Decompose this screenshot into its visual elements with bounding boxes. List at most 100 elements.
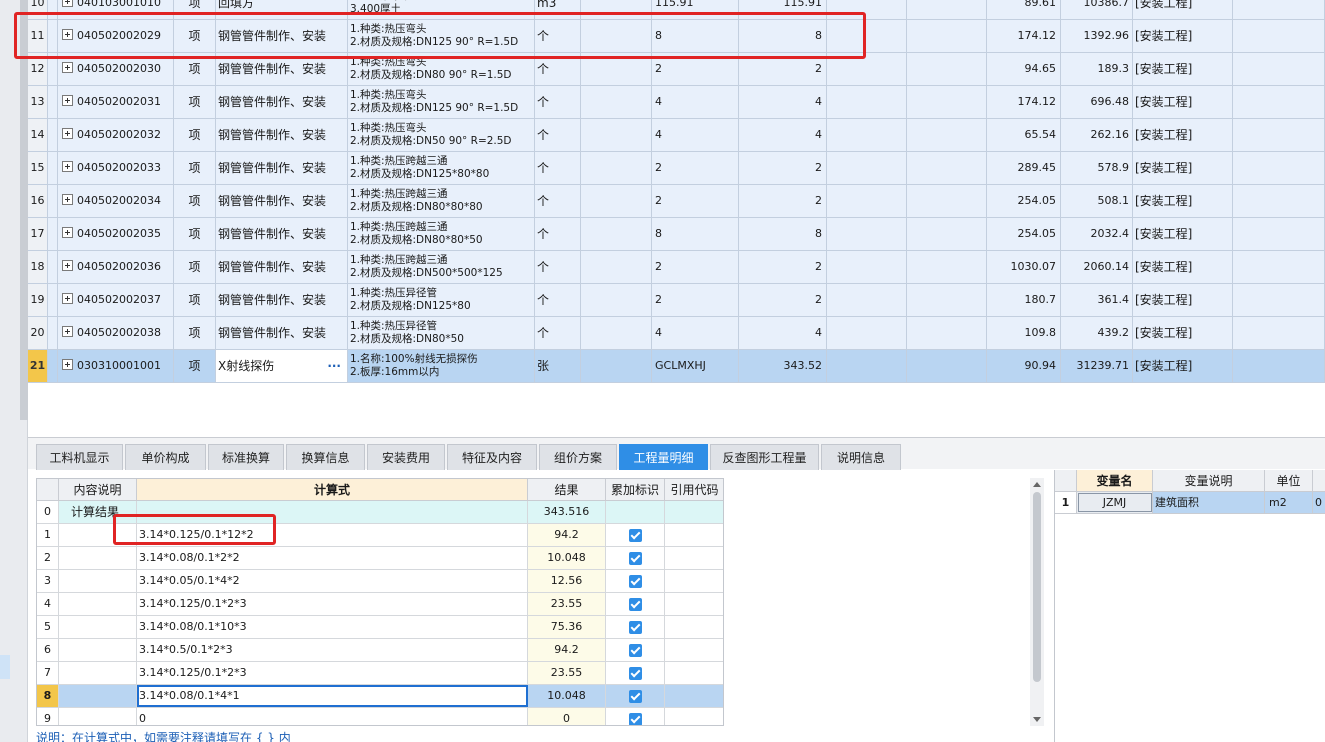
content-desc-cell[interactable] — [59, 685, 137, 707]
row-number[interactable]: 14 — [28, 119, 48, 151]
expand-plus-icon[interactable] — [62, 194, 73, 205]
item-name-cell[interactable]: 钢管管件制作、安装 — [216, 218, 348, 250]
expand-plus-icon[interactable] — [62, 0, 73, 7]
ref-code-cell[interactable] — [665, 685, 723, 707]
total-price[interactable]: 262.16 — [1061, 119, 1133, 151]
item-quantity[interactable]: 4 — [739, 86, 827, 118]
unit-price[interactable]: 174.12 — [987, 20, 1061, 52]
tab-9[interactable]: 反查图形工程量 — [710, 444, 819, 470]
expand-plus-icon[interactable] — [62, 260, 73, 271]
empty-cell[interactable] — [907, 251, 987, 283]
work-category[interactable]: [安装工程] — [1133, 218, 1233, 250]
empty-cell[interactable] — [907, 20, 987, 52]
tab-10[interactable]: 说明信息 — [821, 444, 901, 470]
empty-cell[interactable] — [827, 317, 907, 349]
unit-price[interactable]: 94.65 — [987, 53, 1061, 85]
table-row[interactable]: 6 3.14*0.5/0.1*2*3 94.2 — [37, 639, 723, 662]
item-name-cell[interactable]: X射线探伤 ··· — [216, 350, 348, 382]
accumulate-flag-cell[interactable] — [606, 593, 665, 615]
item-feature-cell[interactable]: 1.种类:热压异径管 2.材质及规格:DN125*80 — [348, 284, 535, 316]
empty-cell[interactable] — [1233, 185, 1325, 217]
unit-price[interactable]: 109.8 — [987, 317, 1061, 349]
formula-cell[interactable]: 3.14*0.125/0.1*2*3 — [137, 593, 528, 615]
quantity-expression[interactable]: 2 — [652, 185, 739, 217]
tab-1[interactable]: 工料机显示 — [36, 444, 123, 470]
quantity-expression[interactable]: 2 — [652, 152, 739, 184]
item-name-cell[interactable]: 钢管管件制作、安装 — [216, 119, 348, 151]
expand-plus-icon[interactable] — [62, 227, 73, 238]
row-number[interactable]: 1 — [1055, 492, 1077, 513]
item-unit[interactable]: 个 — [535, 86, 581, 118]
item-quantity[interactable]: 8 — [739, 20, 827, 52]
expand-plus-icon[interactable] — [62, 62, 73, 73]
ref-code-cell[interactable] — [665, 570, 723, 592]
table-row[interactable]: 12 040502002030 项钢管管件制作、安装 1.种类:热压弯头 2.材质及规格… — [28, 53, 1325, 86]
row-number[interactable]: 0 — [37, 501, 59, 523]
unit-price[interactable]: 254.05 — [987, 185, 1061, 217]
item-name-cell[interactable]: 回填方 — [216, 0, 348, 19]
empty-cell[interactable] — [907, 317, 987, 349]
item-feature-cell[interactable]: 1.种类:热压跨越三通 2.材质及规格:DN80*80*50 — [348, 218, 535, 250]
item-code-cell[interactable]: 040502002030 — [58, 53, 174, 85]
empty-cell[interactable] — [1233, 152, 1325, 184]
work-category[interactable]: [安装工程] — [1133, 119, 1233, 151]
item-quantity[interactable]: 2 — [739, 284, 827, 316]
header-accumulate-flag[interactable]: 累加标识 — [606, 479, 665, 501]
formula-cell[interactable]: 3.14*0.125/0.1*2*3 — [137, 662, 528, 684]
total-price[interactable]: 10386.7 — [1061, 0, 1133, 19]
table-row[interactable]: 20 040502002038 项钢管管件制作、安装 1.种类:热压异径管 2.材质及规… — [28, 317, 1325, 350]
table-row[interactable]: 11 040502002029 项钢管管件制作、安装 1.种类:热压弯头 2.材质及规格… — [28, 20, 1325, 53]
empty-cell[interactable] — [1233, 251, 1325, 283]
formula-cell[interactable]: 3.14*0.08/0.1*10*3 — [137, 616, 528, 638]
work-category[interactable]: [安装工程] — [1133, 185, 1233, 217]
work-category[interactable]: [安装工程] — [1133, 152, 1233, 184]
quantity-expression[interactable]: 115.91 — [652, 0, 739, 19]
row-number[interactable]: 10 — [28, 0, 48, 19]
row-number[interactable]: 11 — [28, 20, 48, 52]
table-row[interactable]: 13 040502002031 项钢管管件制作、安装 1.种类:热压弯头 2.材质及规格… — [28, 86, 1325, 119]
detail-scroll-thumb[interactable] — [1033, 492, 1041, 682]
item-feature-cell[interactable]: 1.种类:热压弯头 2.材质及规格:DN125 90° R=1.5D — [348, 86, 535, 118]
unit-price[interactable]: 1030.07 — [987, 251, 1061, 283]
empty-cell[interactable] — [581, 185, 652, 217]
total-price[interactable]: 696.48 — [1061, 86, 1133, 118]
empty-cell[interactable] — [1233, 0, 1325, 19]
item-feature-cell[interactable]: 2.000厚中砂3.400厚土 — [348, 0, 535, 19]
item-name-cell[interactable]: 钢管管件制作、安装 — [216, 284, 348, 316]
formula-cell[interactable]: 3.14*0.5/0.1*2*3 — [137, 639, 528, 661]
item-code-cell[interactable]: 040502002038 — [58, 317, 174, 349]
row-number[interactable]: 12 — [28, 53, 48, 85]
empty-cell[interactable] — [581, 119, 652, 151]
accumulate-flag-cell[interactable] — [606, 639, 665, 661]
item-name-cell[interactable]: 钢管管件制作、安装 — [216, 251, 348, 283]
more-options-icon[interactable]: ··· — [327, 350, 341, 382]
formula-cell[interactable]: 3.14*0.08/0.1*2*2 — [137, 547, 528, 569]
quantity-expression[interactable]: 4 — [652, 317, 739, 349]
header-var-name[interactable]: 变量名 — [1077, 470, 1153, 492]
total-price[interactable]: 2060.14 — [1061, 251, 1133, 283]
quantity-expression[interactable]: 2 — [652, 251, 739, 283]
header-result[interactable]: 结果 — [528, 479, 606, 501]
empty-cell[interactable] — [581, 53, 652, 85]
expand-plus-icon[interactable] — [62, 293, 73, 304]
expand-plus-icon[interactable] — [62, 326, 73, 337]
accumulate-flag-cell[interactable] — [606, 524, 665, 546]
total-price[interactable]: 1392.96 — [1061, 20, 1133, 52]
item-code-cell[interactable]: 040502002036 — [58, 251, 174, 283]
content-desc-cell[interactable] — [59, 639, 137, 661]
checkbox-checked-icon[interactable] — [628, 667, 642, 680]
ref-code-cell[interactable] — [665, 662, 723, 684]
formula-cell[interactable]: 3.14*0.08/0.1*4*1 — [137, 685, 528, 707]
item-unit[interactable]: 个 — [535, 317, 581, 349]
unit-price[interactable]: 180.7 — [987, 284, 1061, 316]
item-code-cell[interactable]: 040502002033 — [58, 152, 174, 184]
total-price[interactable]: 31239.71 — [1061, 350, 1133, 382]
item-code-cell[interactable]: 040502002032 — [58, 119, 174, 151]
checkbox-checked-icon[interactable] — [628, 644, 642, 657]
checkbox-checked-icon[interactable] — [628, 529, 642, 542]
tab-7[interactable]: 组价方案 — [539, 444, 617, 470]
empty-cell[interactable] — [827, 119, 907, 151]
table-row[interactable]: 16 040502002034 项钢管管件制作、安装 1.种类:热压跨越三通 2.材质及… — [28, 185, 1325, 218]
row-number[interactable]: 15 — [28, 152, 48, 184]
checkbox-checked-icon[interactable] — [628, 621, 642, 634]
